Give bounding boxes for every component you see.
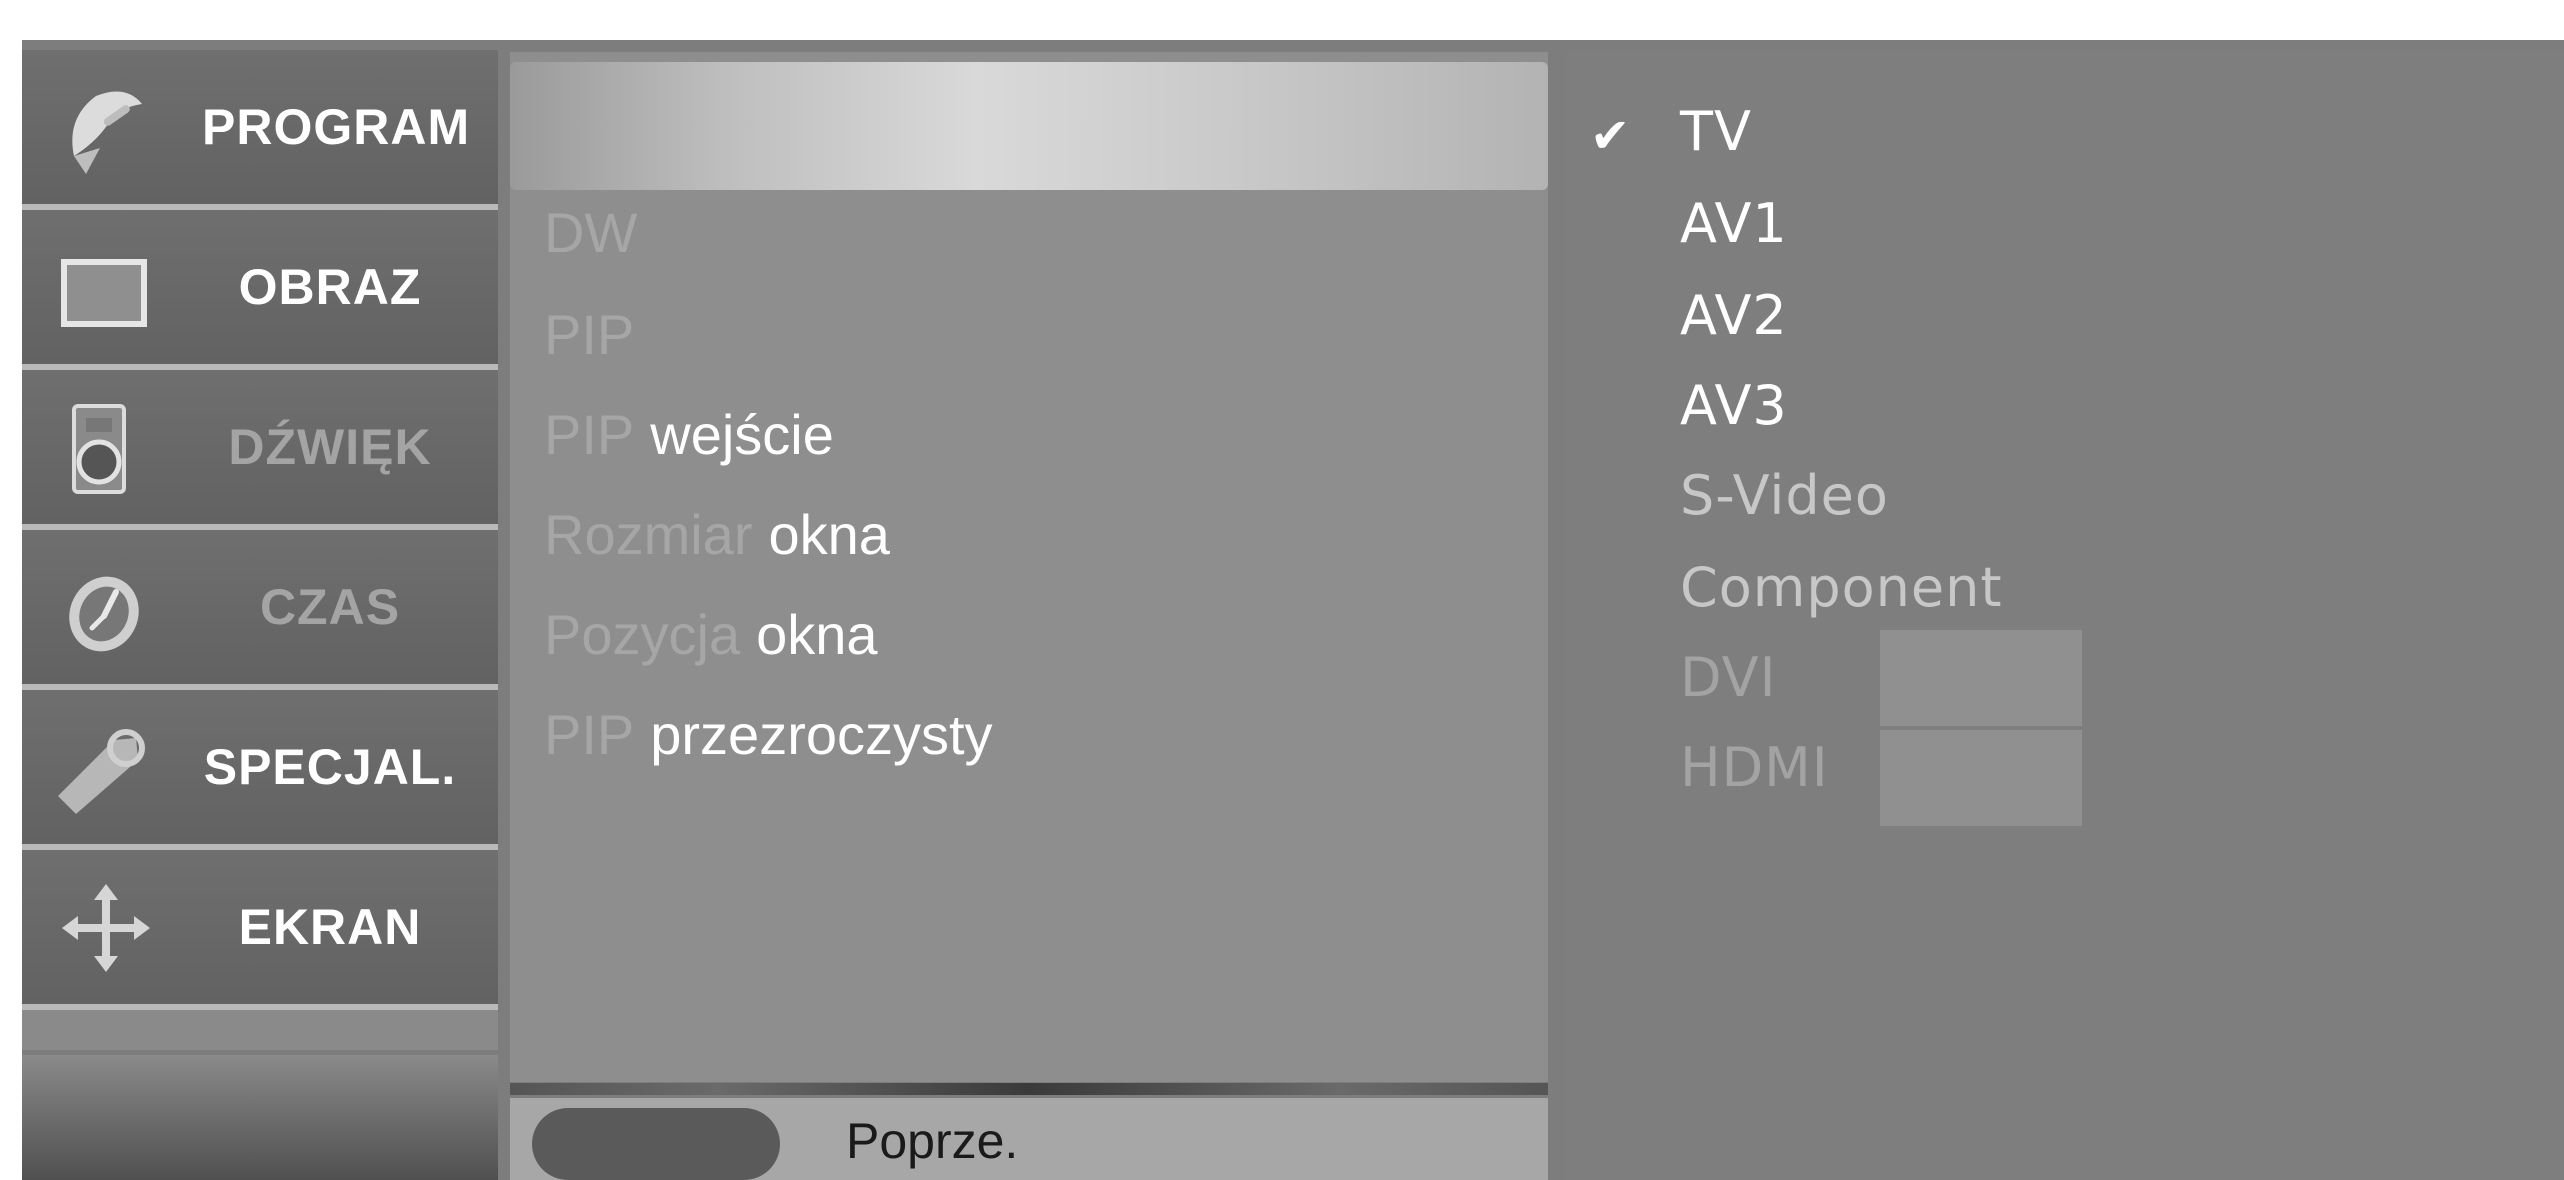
category-label: DŹWIĘK	[228, 419, 432, 475]
submenu-item-rozmiar-okna[interactable]: Rozmiar okna	[544, 502, 890, 567]
category-label: OBRAZ	[238, 259, 422, 315]
category-label: CZAS	[259, 579, 401, 635]
submenu-item-text: Rozmiar	[544, 503, 753, 566]
submenu-item-text: PIP	[544, 703, 635, 766]
source-item-dvi[interactable]: DVI	[1680, 646, 1777, 709]
submenu-item-pozycja-okna[interactable]: Pozycja okna	[544, 602, 878, 667]
satellite-dish-icon	[72, 91, 142, 174]
previous-label: Poprze.	[846, 1113, 1019, 1169]
submenu-item-text: PIP	[544, 303, 635, 366]
submenu-item-text: wejście	[650, 403, 834, 466]
submenu-item-text: PIP	[544, 403, 635, 466]
submenu-panel: DW PIP PIP wejście Rozmiar okna Pozycja okn…	[510, 52, 1548, 1082]
previous-button[interactable]	[532, 1108, 780, 1180]
category-program[interactable]: PROGRAM	[22, 50, 498, 210]
category-obraz[interactable]: OBRAZ	[22, 210, 498, 370]
submenu-item-pip-wejscie[interactable]: PIP wejście	[544, 402, 834, 467]
category-dzwiek[interactable]: DŹWIĘK	[22, 370, 498, 530]
category-ekran[interactable]: EKRAN	[22, 850, 498, 1010]
category-label: EKRAN	[238, 899, 422, 955]
hdmi-disabled-indicator	[1880, 730, 2082, 826]
submenu-item-pip[interactable]: PIP	[544, 302, 634, 367]
picture-icon	[61, 259, 147, 327]
source-item-tv[interactable]: TV	[1680, 100, 1752, 163]
clock-icon	[69, 576, 139, 652]
submenu-item-text: okna	[768, 503, 890, 566]
submenu-item-text: okna	[756, 603, 878, 666]
category-specjal[interactable]: SPECJAL.	[22, 690, 498, 850]
submenu-item-text: Pozycja	[544, 603, 741, 666]
submenu-item-text: DW	[544, 201, 638, 264]
category-label: SPECJAL.	[203, 739, 457, 795]
submenu-item-dw[interactable]: DW	[544, 200, 637, 265]
sidebar-footer	[22, 1055, 498, 1180]
submenu-item-pip-przezroczysty[interactable]: PIP przezroczysty	[544, 702, 993, 767]
category-label: PROGRAM	[202, 99, 471, 155]
source-item-s-video[interactable]: S-Video	[1680, 464, 1889, 527]
check-icon: ✔	[1590, 108, 1631, 164]
category-sidebar: PROGRAM OBRAZ DŹWIĘK CZAS SPECJAL. EKRAN	[22, 50, 498, 1050]
category-czas[interactable]: CZAS	[22, 530, 498, 690]
submenu-highlight-bar	[510, 62, 1548, 190]
submenu-bottom-bar	[510, 1083, 1548, 1095]
tag-icon	[58, 729, 145, 814]
source-list-panel: ✔ TV AV1 AV2 AV3 S-Video Component DVI H…	[1566, 52, 2564, 1180]
source-item-component[interactable]: Component	[1680, 556, 2003, 619]
dvi-disabled-indicator	[1880, 630, 2082, 726]
source-item-av3[interactable]: AV3	[1680, 374, 1788, 437]
source-item-hdmi[interactable]: HDMI	[1680, 736, 1829, 799]
submenu-item-text: przezroczysty	[650, 703, 993, 766]
source-item-av2[interactable]: AV2	[1680, 284, 1788, 347]
move-arrows-icon	[62, 884, 150, 972]
source-item-av1[interactable]: AV1	[1680, 192, 1788, 255]
speaker-icon	[72, 404, 126, 494]
